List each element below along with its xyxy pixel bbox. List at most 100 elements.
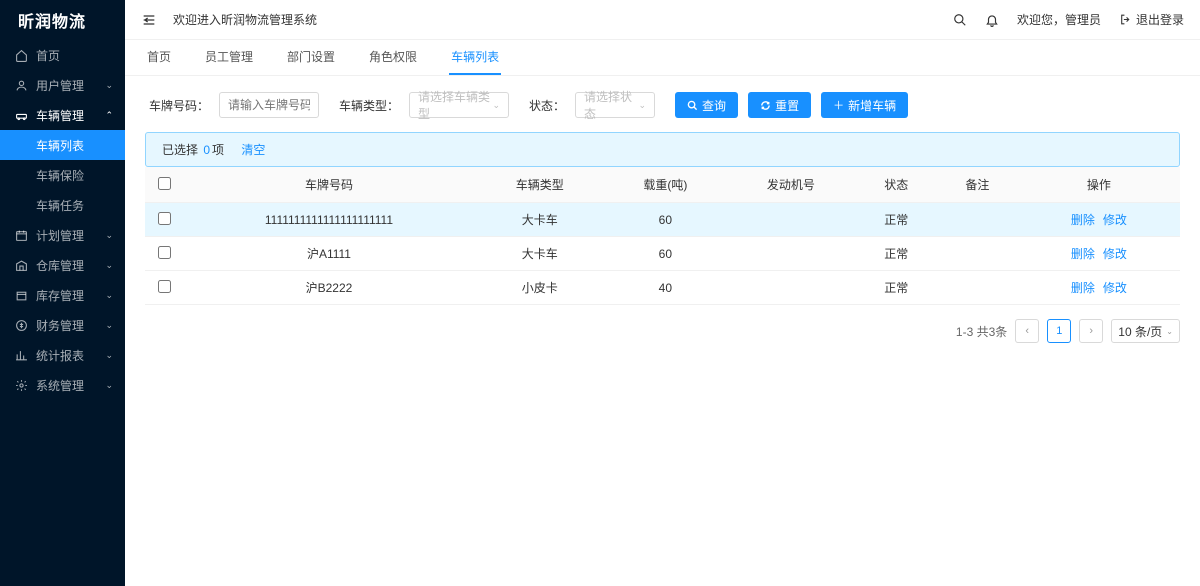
sidebar-item-stock[interactable]: 库存管理 ⌄ [0,280,125,310]
tab-dept[interactable]: 部门设置 [285,40,337,75]
sidebar-item-finance[interactable]: 财务管理 ⌄ [0,310,125,340]
search-form: 车牌号码： 车辆类型： 请选择车辆类型⌄ 状态： 请选择状态⌄ 查询 重置 ＋新… [145,92,1180,118]
chevron-down-icon: ⌄ [1166,327,1173,336]
search-icon [687,100,698,111]
chevron-down-icon: ⌄ [492,100,500,111]
table-row[interactable]: 沪A1111大卡车60正常删除修改 [145,237,1180,271]
page-1[interactable]: 1 [1047,319,1071,343]
sidebar-sub-vehicle-task[interactable]: 车辆任务 [0,190,125,220]
user-greeting[interactable]: 欢迎您，管理员 [1017,11,1101,28]
type-label: 车辆类型： [339,97,399,114]
plus-icon: ＋ [833,97,844,113]
edit-link[interactable]: 修改 [1103,247,1127,261]
pagination: 1-3 共3条 ‹ 1 › 10 条/页⌄ [145,319,1180,343]
col-type: 车辆类型 [475,167,605,203]
sidebar-sub-vehicle-list[interactable]: 车辆列表 [0,130,125,160]
user-icon [14,78,28,92]
row-checkbox[interactable] [158,212,171,225]
sidebar-item-label: 财务管理 [36,317,84,334]
sidebar-sub-vehicle-insurance[interactable]: 车辆保险 [0,160,125,190]
selection-prefix: 已选择 [162,143,198,157]
cell-load: 60 [605,203,727,237]
chevron-down-icon: ⌄ [105,380,113,391]
chevron-down-icon: ⌄ [105,290,113,301]
tab-home[interactable]: 首页 [145,40,173,75]
chart-icon [14,348,28,362]
sidebar: 昕润物流 首页 用户管理 ⌄ 车辆管理 ⌃ 车辆列表 车辆保险 车辆任务 [0,0,125,586]
warehouse-icon [14,258,28,272]
col-plate: 车牌号码 [183,167,475,203]
chevron-down-icon: ⌄ [105,230,113,241]
cell-engine [726,271,856,305]
cell-status: 正常 [856,271,937,305]
chevron-down-icon: ⌄ [105,80,113,91]
tab-vehicle-list[interactable]: 车辆列表 [449,40,501,75]
cell-remark [937,271,1018,305]
selection-suffix: 项 [212,143,224,157]
cell-engine [726,237,856,271]
logout-button[interactable]: 退出登录 [1119,11,1184,28]
col-load: 载重(吨) [605,167,727,203]
page-info: 1-3 共3条 [956,323,1007,340]
menu-collapse-icon[interactable] [141,13,159,27]
sidebar-item-label: 计划管理 [36,227,84,244]
clear-selection[interactable]: 清空 [241,143,265,157]
edit-link[interactable]: 修改 [1103,281,1127,295]
box-icon [14,288,28,302]
query-button[interactable]: 查询 [675,92,738,118]
cell-type: 大卡车 [475,237,605,271]
search-icon[interactable] [953,13,967,27]
table-row[interactable]: 沪B2222小皮卡40 正常 删除修改 [145,271,1180,305]
main: 欢迎进入昕润物流管理系统 欢迎您，管理员 退出登录 首页 员工管理 部门设置 角… [125,0,1200,586]
sidebar-item-label: 车辆管理 [36,107,84,124]
row-checkbox[interactable] [158,246,171,259]
select-all-checkbox[interactable] [158,177,171,190]
logout-label: 退出登录 [1136,11,1184,28]
cell-plate: 1111111111111111111111 [183,203,475,237]
cell-type: 大卡车 [475,203,605,237]
sidebar-item-vehicle[interactable]: 车辆管理 ⌃ [0,100,125,130]
sidebar-item-report[interactable]: 统计报表 ⌄ [0,340,125,370]
tab-staff[interactable]: 员工管理 [203,40,255,75]
next-page[interactable]: › [1079,319,1103,343]
page-size-select[interactable]: 10 条/页⌄ [1111,319,1180,343]
col-op: 操作 [1018,167,1180,203]
sidebar-item-home[interactable]: 首页 [0,40,125,70]
tab-role[interactable]: 角色权限 [367,40,419,75]
content: 车牌号码： 车辆类型： 请选择车辆类型⌄ 状态： 请选择状态⌄ 查询 重置 ＋新… [125,76,1200,586]
add-vehicle-button[interactable]: ＋新增车辆 [821,92,908,118]
col-remark: 备注 [937,167,1018,203]
plate-label: 车牌号码： [149,97,209,114]
reset-button[interactable]: 重置 [748,92,811,118]
selection-count: 0 [203,143,210,157]
sidebar-item-plan[interactable]: 计划管理 ⌄ [0,220,125,250]
tabs: 首页 员工管理 部门设置 角色权限 车辆列表 [125,40,1200,76]
selection-bar: 已选择 0项 清空 [145,132,1180,167]
sidebar-item-user[interactable]: 用户管理 ⌄ [0,70,125,100]
cell-remark [937,237,1018,271]
plate-input[interactable] [219,92,319,118]
delete-link[interactable]: 删除 [1071,281,1095,295]
sidebar-item-system[interactable]: 系统管理 ⌄ [0,370,125,400]
type-select[interactable]: 请选择车辆类型⌄ [409,92,509,118]
edit-link[interactable]: 修改 [1103,213,1127,227]
calendar-icon [14,228,28,242]
delete-link[interactable]: 删除 [1071,213,1095,227]
delete-link[interactable]: 删除 [1071,247,1095,261]
cell-type: 小皮卡 [475,271,605,305]
cell-load: 40 [605,271,727,305]
status-label: 状态： [529,97,565,114]
table-row[interactable]: 1111111111111111111111大卡车60 正常 删除修改 [145,203,1180,237]
row-checkbox[interactable] [158,280,171,293]
topbar: 欢迎进入昕润物流管理系统 欢迎您，管理员 退出登录 [125,0,1200,40]
sidebar-item-label: 首页 [36,47,60,64]
cell-status: 正常 [856,203,937,237]
chevron-down-icon: ⌄ [105,350,113,361]
status-select[interactable]: 请选择状态⌄ [575,92,655,118]
sidebar-item-warehouse[interactable]: 仓库管理 ⌄ [0,250,125,280]
prev-page[interactable]: ‹ [1015,319,1039,343]
sidebar-item-label: 统计报表 [36,347,84,364]
bell-icon[interactable] [985,13,999,27]
cell-engine [726,203,856,237]
cell-plate: 沪B2222 [183,271,475,305]
